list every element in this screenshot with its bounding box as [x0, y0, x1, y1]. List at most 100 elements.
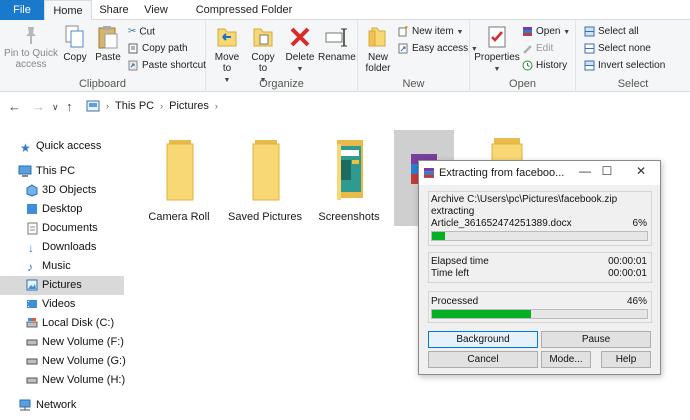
file-item-screenshots[interactable]: Screenshots: [304, 134, 394, 223]
nav-item-music[interactable]: ♪ Music: [0, 257, 124, 276]
recent-locations-chevron-icon[interactable]: ∨: [52, 102, 59, 113]
background-button[interactable]: Background: [428, 331, 538, 348]
open-label: Open: [536, 26, 561, 37]
paste-button[interactable]: Paste: [93, 24, 123, 63]
select-none-button[interactable]: Select none: [584, 41, 651, 57]
archive-path: Archive C:\Users\pc\Pictures\facebook.zi…: [431, 194, 618, 205]
properties-label: Properties: [474, 52, 520, 63]
copy-button[interactable]: Copy: [60, 24, 90, 63]
processed-progress-fill: [432, 310, 531, 318]
delete-label: Delete: [285, 52, 315, 63]
mode-button[interactable]: Mode...: [541, 351, 591, 368]
computer-icon: [18, 165, 32, 177]
documents-icon: [27, 222, 38, 235]
nav-item-new-volume-g[interactable]: New Volume (G:): [0, 352, 126, 371]
file-progress-fill: [432, 232, 445, 240]
nav-item-label: Videos: [42, 298, 76, 310]
elapsed-label: Elapsed time: [431, 256, 489, 267]
nav-item-desktop[interactable]: Desktop: [0, 200, 124, 219]
nav-item-local-disk-c[interactable]: Local Disk (C:): [0, 314, 124, 333]
delete-caret-icon: ▼: [296, 66, 304, 73]
move-to-button[interactable]: Move to ▼: [210, 24, 244, 86]
star-icon: ★: [20, 141, 31, 155]
cut-label: Cut: [139, 26, 155, 38]
select-all-icon: [584, 26, 595, 37]
nav-item-videos[interactable]: Videos: [0, 295, 124, 314]
nav-item-documents[interactable]: Documents: [0, 219, 124, 238]
copy-path-button[interactable]: Copy path: [128, 41, 188, 57]
maximize-icon[interactable]: ☐: [597, 164, 617, 180]
minimize-icon[interactable]: —: [575, 164, 595, 180]
edit-button[interactable]: Edit: [522, 41, 553, 57]
extraction-dialog: Extracting from faceboo... — ☐ ✕ Archive…: [418, 160, 661, 375]
back-arrow-icon[interactable]: ←: [8, 99, 21, 114]
nav-item-downloads[interactable]: ↓ Downloads: [0, 238, 124, 257]
open-button[interactable]: Open ▼: [522, 24, 570, 40]
properties-button[interactable]: Properties ▼: [474, 24, 520, 75]
nav-item-quick-access[interactable]: ★ Quick access: [0, 137, 124, 156]
rename-button[interactable]: Rename: [318, 24, 356, 63]
pin-to-quick-access-button[interactable]: Pin to Quick access: [4, 24, 58, 70]
new-group-label: New: [402, 78, 425, 90]
easy-access-button[interactable]: Easy access ▼: [398, 41, 478, 57]
breadcrumb-pictures[interactable]: Pictures: [169, 100, 209, 112]
address-bar[interactable]: › This PC › Pictures ›: [82, 96, 602, 116]
tab-share[interactable]: Share: [94, 0, 134, 20]
history-button[interactable]: History: [522, 58, 567, 74]
nav-item-3d-objects[interactable]: 3D Objects: [0, 181, 124, 200]
nav-item-new-volume-h[interactable]: New Volume (H:): [0, 371, 125, 390]
disk-icon: [26, 318, 38, 328]
breadcrumb-this-pc[interactable]: This PC: [115, 100, 154, 112]
breadcrumb-separator-icon: ›: [214, 101, 218, 111]
breadcrumb-separator-icon: ›: [106, 101, 109, 111]
copy-to-button[interactable]: Copy to ▼: [246, 24, 280, 86]
file-item-saved-pictures[interactable]: Saved Pictures: [220, 134, 310, 223]
move-to-icon: [217, 28, 237, 47]
dialog-title-bar: Extracting from faceboo... — ☐ ✕: [419, 161, 660, 185]
tab-compressed-folder-tools[interactable]: Compressed Folder Tools: [182, 0, 306, 36]
up-arrow-icon[interactable]: ↑: [66, 99, 73, 114]
help-button[interactable]: Help: [601, 351, 651, 368]
file-item-camera-roll[interactable]: Camera Roll: [134, 134, 224, 223]
nav-item-this-pc[interactable]: This PC: [0, 162, 124, 181]
move-to-label: Move to: [214, 52, 240, 74]
nav-item-new-volume-f[interactable]: New Volume (F:): [0, 333, 124, 352]
cancel-button[interactable]: Cancel: [428, 351, 538, 368]
new-folder-button[interactable]: New folder: [362, 24, 394, 74]
paste-shortcut-button[interactable]: Paste shortcut: [128, 58, 206, 74]
tab-home[interactable]: Home: [44, 0, 92, 21]
folder-icon: [166, 140, 194, 201]
breadcrumb-separator-icon: ›: [160, 101, 164, 111]
invert-selection-button[interactable]: Invert selection: [584, 58, 665, 74]
rename-icon: [325, 28, 347, 47]
close-icon[interactable]: ✕: [631, 164, 651, 180]
select-all-button[interactable]: Select all: [584, 24, 639, 40]
ribbon: Pin to Quick access Copy Paste ✂ Cut Copy…: [0, 20, 690, 92]
new-item-button[interactable]: New item ▼: [398, 24, 463, 40]
pause-button[interactable]: Pause: [541, 331, 651, 348]
nav-item-network[interactable]: Network: [0, 396, 124, 415]
organize-group-label: Organize: [259, 78, 304, 90]
processed-progress-bar: [431, 309, 648, 319]
paste-shortcut-label: Paste shortcut: [142, 60, 206, 71]
forward-arrow-icon[interactable]: →: [32, 99, 45, 114]
processed-panel: Processed 46%: [428, 291, 652, 323]
organize-group: Move to ▼ Copy to ▼ Delete ▼ Rename Organiz…: [206, 20, 358, 92]
folder-with-thumbnail-icon: [337, 140, 363, 200]
invert-selection-icon: [584, 60, 595, 71]
cut-button[interactable]: ✂ Cut: [128, 24, 155, 40]
delete-button[interactable]: Delete ▼: [284, 24, 316, 75]
pictures-icon: [26, 279, 38, 291]
dialog-title: Extracting from faceboo...: [439, 167, 565, 179]
new-item-caret-icon: ▼: [456, 29, 464, 36]
current-file: Article_361652474251389.docx: [431, 218, 572, 229]
file-item-name: Camera Roll: [148, 211, 210, 223]
new-folder-icon: [368, 27, 386, 47]
nav-item-pictures[interactable]: Pictures: [0, 276, 124, 295]
downloads-icon: ↓: [28, 241, 34, 255]
tab-view[interactable]: View: [136, 0, 176, 20]
copy-path-icon: [128, 43, 138, 54]
tab-file[interactable]: File: [0, 0, 44, 20]
new-item-icon: [398, 25, 408, 37]
properties-caret-icon: ▼: [493, 66, 501, 73]
